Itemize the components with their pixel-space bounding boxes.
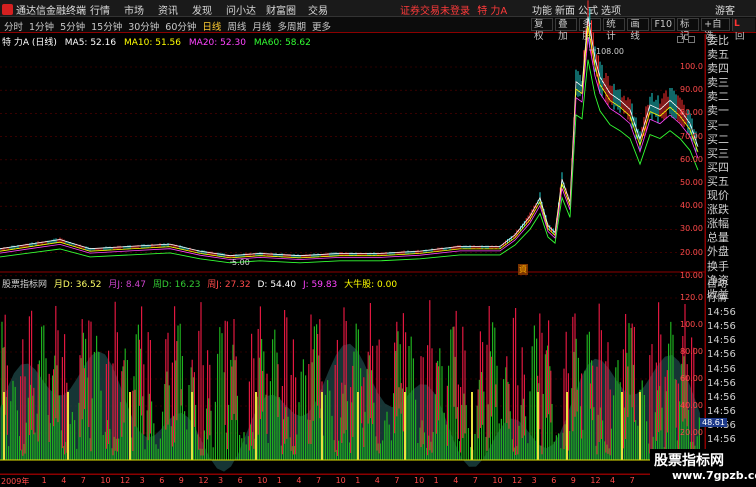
date-tick-label: 7: [472, 476, 478, 485]
date-tick-label: 3: [218, 476, 224, 485]
date-tick-label: 12: [512, 476, 523, 485]
indicator-tick-label: 20.00: [680, 428, 703, 437]
indicator-d: D: 54.40: [257, 280, 297, 290]
price-tick-label: 90.00: [680, 85, 703, 95]
quote-field-6: 买一: [707, 118, 729, 132]
indicator-name[interactable]: 股票指标网: [2, 280, 47, 290]
indicator-month-j: 月J: 8.47: [108, 280, 146, 290]
date-tick-label: 7: [629, 476, 635, 485]
quote-field-14: 总量: [707, 231, 729, 245]
date-tick-label: 4: [61, 476, 67, 485]
quote-field-13: 涨幅: [707, 217, 729, 231]
ma60-line: [0, 59, 699, 264]
date-tick-label: 12: [590, 476, 601, 485]
tick-side-panel: 自动行情 14:56 14:56 14:56 14:56 14:56 14:56 14:56 1…: [705, 278, 756, 478]
quote-field-16: 换手: [707, 259, 729, 273]
tick-row-3: 14:56: [707, 321, 736, 333]
quote-field-9: 买四: [707, 160, 729, 174]
quote-field-8: 买三: [707, 146, 729, 160]
tick-row-2: 14:56: [707, 307, 736, 319]
date-tick-label: 4: [610, 476, 616, 485]
tick-row-7: 14:56: [707, 377, 736, 389]
chart-canvas: [0, 0, 706, 475]
date-tick-label: 1: [355, 476, 361, 485]
quote-side-panel: 委比 卖五 卖四 卖三 卖二 卖一 买一 买二 买三 买四 买五 现价 涨跌 涨幅 总量 外盘 换手 净资 收益: [705, 34, 756, 316]
tick-row-11: 14:56: [707, 434, 736, 446]
price-tick-label: 20.00: [680, 247, 703, 257]
date-tick-label: 6: [159, 476, 165, 485]
date-tick-label: 12: [120, 476, 131, 485]
tick-row-5: 14:56: [707, 349, 736, 361]
date-tick-label: 7: [80, 476, 86, 485]
tick-row-9: 14:56: [707, 405, 736, 417]
date-tick-label: 1: [41, 476, 47, 485]
date-tick-label: 10: [492, 476, 503, 485]
ma20-line: [0, 37, 699, 260]
quote-field-2: 卖四: [707, 62, 729, 76]
date-tick-label: 10: [100, 476, 111, 485]
price-tick-label: 80.00: [680, 108, 703, 118]
low-price-label: 5.00: [232, 258, 250, 267]
date-tick-label: 9: [178, 476, 184, 485]
date-tick-label: 1: [276, 476, 282, 485]
indicator-big-cow: 大牛股: 0.00: [344, 280, 398, 290]
date-tick-label: 6: [237, 476, 243, 485]
watermark-url: www.7gpzb.com: [672, 469, 756, 482]
date-tick-label: 9: [570, 476, 576, 485]
price-tick-label: 70.00: [680, 131, 703, 141]
event-marker-icon[interactable]: 資: [518, 264, 528, 275]
quote-field-4: 卖二: [707, 90, 729, 104]
date-tick-label: 1: [433, 476, 439, 485]
date-axis: 2009年 1 4 7 10 12 3 6 9 12 3 6 10 1 4 7 10 1 4 7 10 1 4 7 10 12 3 6…: [0, 474, 713, 487]
quote-field-5: 卖一: [707, 104, 729, 118]
indicator-tick-label: 120.0: [680, 293, 703, 302]
indicator-tick-label: 80.00: [680, 347, 703, 356]
tick-row-4: 14:56: [707, 335, 736, 347]
indicator-tick-label: 100.0: [680, 320, 703, 329]
date-tick-label: 4: [453, 476, 459, 485]
indicator-month-d: 月D: 36.52: [53, 280, 102, 290]
quote-field-1: 卖五: [707, 48, 729, 62]
price-tick-label: 100.0: [680, 62, 703, 71]
quote-field-3: 卖三: [707, 76, 729, 90]
price-tick-label: 30.00: [680, 224, 703, 234]
date-tick-label: 7: [316, 476, 322, 485]
indicator-tick-label: 60.00: [680, 374, 703, 383]
tick-row-1: 行情: [707, 293, 727, 305]
tick-row-0: 自动: [707, 279, 727, 290]
date-tick-label: 6: [551, 476, 557, 485]
date-tick-label: 4: [296, 476, 302, 485]
quote-field-0: 委比: [707, 34, 729, 47]
indicator-current-value: 48.61: [700, 418, 727, 427]
watermark: 股票指标网 www.7gpzb.com: [650, 449, 756, 487]
price-tick-label: 10.00: [680, 270, 703, 280]
indicator-week-j: 周J: 27.32: [207, 280, 251, 290]
watermark-title: 股票指标网: [654, 453, 724, 469]
quote-field-12: 涨跌: [707, 203, 729, 217]
indicator-legend: 股票指标网 月D: 36.52 月J: 8.47 周D: 16.23 周J: 2…: [2, 277, 401, 290]
date-tick-label: 3: [531, 476, 537, 485]
quote-field-15: 外盘: [707, 245, 729, 259]
date-tick-label: 2009年: [1, 477, 30, 486]
date-tick-label: 10: [414, 476, 425, 485]
indicator-tick-label: 40.00: [680, 401, 703, 410]
high-price-label: 108.00: [596, 47, 624, 56]
indicator-j: J: 59.83: [302, 280, 338, 290]
date-tick-label: 10: [335, 476, 346, 485]
date-tick-label: 4: [374, 476, 380, 485]
price-tick-label: 40.00: [680, 201, 703, 211]
date-tick-label: 10: [257, 476, 268, 485]
quote-field-7: 买二: [707, 132, 729, 146]
indicator-week-d: 周D: 16.23: [152, 280, 201, 290]
date-tick-label: 7: [394, 476, 400, 485]
date-tick-label: 3: [139, 476, 145, 485]
tick-row-8: 14:56: [707, 391, 736, 403]
quote-field-11: 现价: [707, 189, 729, 203]
price-tick-label: 50.00: [680, 178, 703, 187]
date-tick-label: 12: [198, 476, 209, 485]
price-tick-label: 60.00: [680, 154, 703, 164]
tick-row-6: 14:56: [707, 363, 736, 375]
quote-field-10: 买五: [707, 174, 729, 188]
